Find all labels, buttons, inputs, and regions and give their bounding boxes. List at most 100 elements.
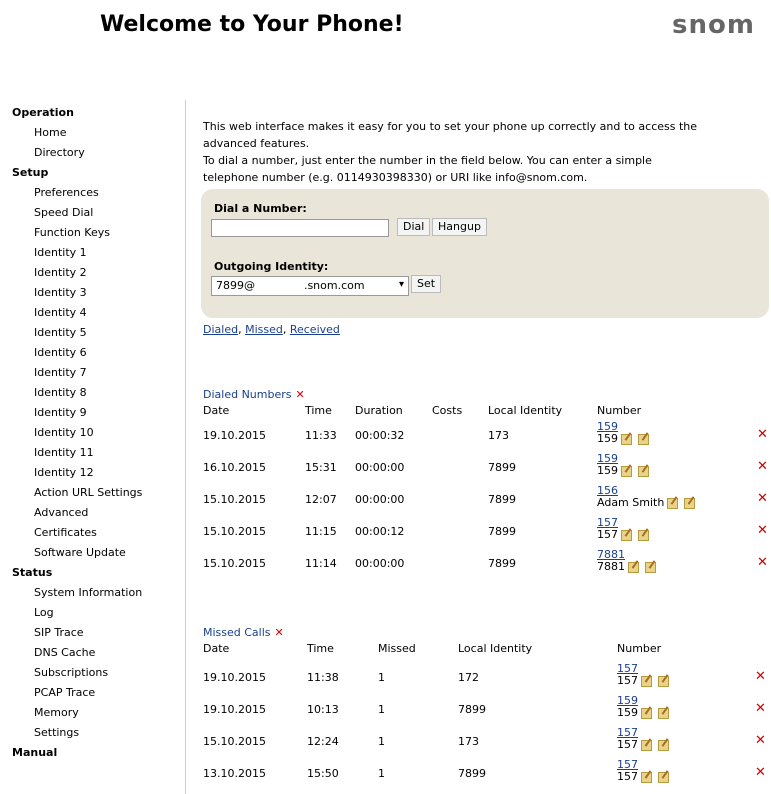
sidebar-item-certificates[interactable]: Certificates (12, 524, 184, 544)
delete-all-icon[interactable]: ✕ (275, 626, 284, 639)
sidebar-item-memory[interactable]: Memory (12, 704, 184, 724)
delete-icon[interactable]: ✕ (757, 555, 768, 570)
sidebar-item-pcap-trace[interactable]: PCAP Trace (12, 684, 184, 704)
outgoing-identity-select[interactable]: 7899@ .snom.com ▾ (211, 276, 409, 296)
edit-icon[interactable] (641, 707, 652, 719)
sidebar-item-identity-3[interactable]: Identity 3 (12, 284, 184, 304)
sidebar-item-identity-2[interactable]: Identity 2 (12, 264, 184, 284)
column-header-costs: Costs (432, 404, 463, 417)
edit-icon[interactable] (645, 561, 656, 573)
sidebar-item-preferences[interactable]: Preferences (12, 184, 184, 204)
column-header-time: Time (307, 642, 334, 655)
edit-icon[interactable] (628, 561, 639, 573)
number-name-text: 7881 (597, 560, 625, 573)
delete-icon[interactable]: ✕ (757, 459, 768, 474)
edit-icon[interactable] (641, 739, 652, 751)
row-number-name: 157 (617, 770, 669, 783)
delete-icon[interactable]: ✕ (757, 523, 768, 538)
delete-icon[interactable]: ✕ (757, 491, 768, 506)
sidebar-item-action-url-settings[interactable]: Action URL Settings (12, 484, 184, 504)
sidebar-item-advanced[interactable]: Advanced (12, 504, 184, 524)
column-header-date: Date (203, 404, 230, 417)
edit-icon[interactable] (658, 739, 669, 751)
outgoing-identity-label: Outgoing Identity: (214, 260, 329, 273)
sidebar-item-log[interactable]: Log (12, 604, 184, 624)
outgoing-identity-value: 7899@ .snom.com (216, 279, 365, 292)
row-local-identity: 7899 (488, 493, 516, 506)
sidebar-item-software-update[interactable]: Software Update (12, 544, 184, 564)
hangup-button[interactable]: Hangup (432, 218, 487, 236)
column-header-time: Time (305, 404, 332, 417)
edit-icon[interactable] (641, 675, 652, 687)
sidebar-item-identity-7[interactable]: Identity 7 (12, 364, 184, 384)
sidebar-item-subscriptions[interactable]: Subscriptions (12, 664, 184, 684)
sidebar-item-identity-11[interactable]: Identity 11 (12, 444, 184, 464)
column-header-local: Local Identity (488, 404, 563, 417)
delete-icon[interactable]: ✕ (755, 669, 766, 684)
row-date: 19.10.2015 (203, 671, 266, 684)
edit-icon[interactable] (658, 707, 669, 719)
received-link[interactable]: Received (290, 323, 340, 336)
row-local-identity: 7899 (458, 703, 486, 716)
dial-number-input[interactable] (211, 219, 389, 237)
sidebar-item-directory[interactable]: Directory (12, 144, 184, 164)
row-duration: 00:00:00 (355, 557, 405, 570)
edit-icon[interactable] (641, 771, 652, 783)
delete-icon[interactable]: ✕ (755, 701, 766, 716)
edit-icon[interactable] (621, 529, 632, 541)
edit-icon[interactable] (684, 497, 696, 509)
intro-line: To dial a number, just enter the number … (203, 154, 652, 167)
row-date: 15.10.2015 (203, 735, 266, 748)
intro-text: This web interface makes it easy for you… (203, 118, 769, 186)
intro-line: telephone number (e.g. 0114930398330) or… (203, 171, 588, 184)
edit-icon[interactable] (667, 497, 679, 509)
row-local-identity: 7899 (458, 767, 486, 780)
sidebar-item-settings[interactable]: Settings (12, 724, 184, 744)
dial-number-label: Dial a Number: (214, 202, 307, 215)
sidebar-item-identity-4[interactable]: Identity 4 (12, 304, 184, 324)
sidebar-item-identity-5[interactable]: Identity 5 (12, 324, 184, 344)
sidebar-item-dns-cache[interactable]: DNS Cache (12, 644, 184, 664)
set-button[interactable]: Set (411, 275, 442, 293)
sidebar-item-identity-8[interactable]: Identity 8 (12, 384, 184, 404)
sidebar-nav: Operation Home Directory Setup Preferences Sp… (12, 104, 184, 764)
sidebar-item-speed-dial[interactable]: Speed Dial (12, 204, 184, 224)
edit-icon[interactable] (638, 465, 649, 477)
row-number-name: 159 (597, 432, 649, 445)
dial-button[interactable]: Dial (397, 218, 431, 236)
page-title: Welcome to Your Phone! (100, 12, 404, 37)
edit-icon[interactable] (658, 675, 669, 687)
row-number-name: 159 (617, 706, 669, 719)
dialed-link[interactable]: Dialed (203, 323, 238, 336)
sidebar-item-system-information[interactable]: System Information (12, 584, 184, 604)
sidebar-item-identity-1[interactable]: Identity 1 (12, 244, 184, 264)
column-header-local: Local Identity (458, 642, 533, 655)
row-time: 11:14 (305, 557, 337, 570)
row-number-name: 159 (597, 464, 649, 477)
delete-all-icon[interactable]: ✕ (296, 388, 305, 401)
missed-link[interactable]: Missed (245, 323, 283, 336)
delete-icon[interactable]: ✕ (755, 765, 766, 780)
delete-icon[interactable]: ✕ (757, 427, 768, 442)
sidebar-item-function-keys[interactable]: Function Keys (12, 224, 184, 244)
row-time: 15:50 (307, 767, 339, 780)
number-name-text: 157 (617, 674, 638, 687)
delete-icon[interactable]: ✕ (755, 733, 766, 748)
row-time: 11:33 (305, 429, 337, 442)
edit-icon[interactable] (621, 465, 632, 477)
edit-icon[interactable] (638, 529, 649, 541)
edit-icon[interactable] (638, 433, 649, 445)
dialed-numbers-label: Dialed Numbers (203, 388, 292, 401)
sidebar-item-home[interactable]: Home (12, 124, 184, 144)
row-missed-count: 1 (378, 735, 385, 748)
edit-icon[interactable] (621, 433, 632, 445)
link-separator: , (282, 323, 287, 336)
sidebar-item-identity-9[interactable]: Identity 9 (12, 404, 184, 424)
snom-logo: snom (672, 10, 755, 40)
sidebar-item-identity-12[interactable]: Identity 12 (12, 464, 184, 484)
row-local-identity: 173 (458, 735, 479, 748)
sidebar-item-identity-6[interactable]: Identity 6 (12, 344, 184, 364)
edit-icon[interactable] (658, 771, 669, 783)
sidebar-item-sip-trace[interactable]: SIP Trace (12, 624, 184, 644)
sidebar-item-identity-10[interactable]: Identity 10 (12, 424, 184, 444)
